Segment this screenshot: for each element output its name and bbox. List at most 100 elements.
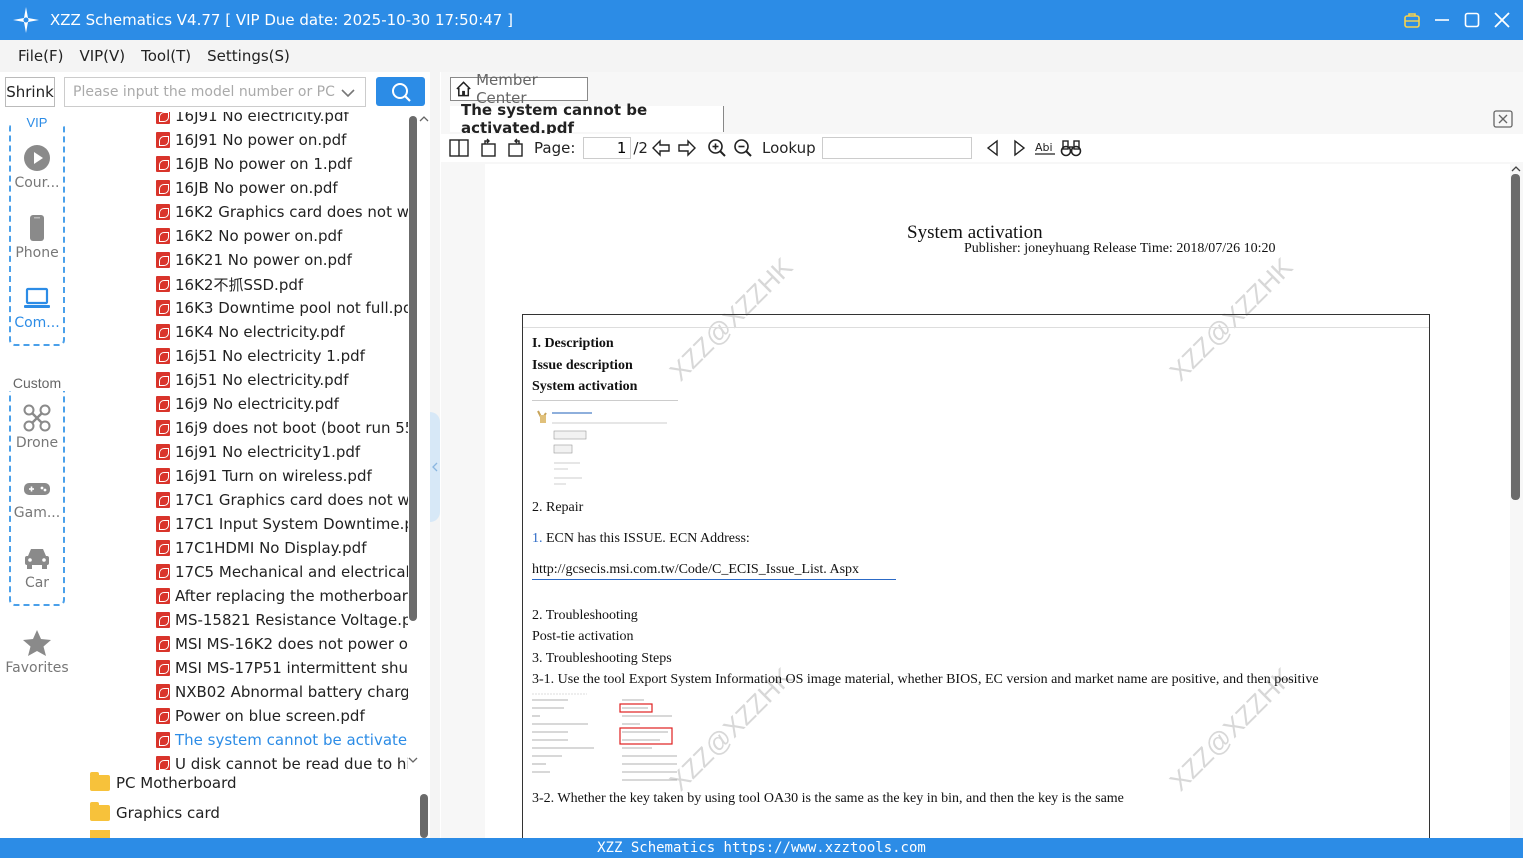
file-name: 16K2 Graphics card does not work. [175, 203, 408, 221]
file-list[interactable]: 16J91 No electricity.pdf 16J91 No power o… [76, 112, 418, 770]
menu-file[interactable]: File(F) [18, 47, 63, 65]
find-next-icon[interactable] [1006, 136, 1032, 160]
category-label: Com... [14, 315, 60, 331]
binoculars-icon[interactable] [1058, 136, 1084, 160]
menu-bar: File(F) VIP(V) Tool(T) Settings(S) [0, 40, 1523, 72]
folder-graphics-card[interactable]: Graphics card [90, 800, 220, 826]
file-row[interactable]: 16K2不抓SSD.pdf [156, 272, 408, 296]
file-row[interactable]: 16JB No power on 1.pdf [156, 152, 408, 176]
file-row[interactable]: MS-15821 Resistance Voltage.pdf [156, 608, 408, 632]
panel-splitter[interactable] [430, 72, 440, 838]
file-row[interactable]: 16j51 No electricity 1.pdf [156, 344, 408, 368]
file-row[interactable]: 16K2 Graphics card does not work. [156, 200, 408, 224]
category-game[interactable]: Gam... [0, 474, 74, 521]
scroll-down-icon[interactable] [408, 756, 418, 764]
file-row[interactable]: MSI MS-17P51 intermittent shutdc [156, 656, 408, 680]
rotate-left-icon[interactable] [476, 136, 502, 160]
file-row[interactable]: 16K4 No electricity.pdf [156, 320, 408, 344]
scrollbar-thumb[interactable] [409, 116, 417, 621]
menu-tool[interactable]: Tool(T) [141, 47, 191, 65]
category-computer[interactable]: Com... [0, 284, 74, 331]
lookup-input[interactable] [821, 137, 972, 159]
minimize-button[interactable] [1431, 9, 1453, 31]
search-input[interactable] [73, 84, 335, 100]
member-center-button[interactable]: Member Center [450, 71, 588, 107]
search-button[interactable] [376, 77, 425, 106]
file-name: MS-15821 Resistance Voltage.pdf [175, 611, 408, 629]
scroll-up-icon[interactable] [419, 115, 429, 123]
zoom-out-icon[interactable] [730, 136, 756, 160]
shrink-button[interactable]: Shrink [5, 77, 55, 107]
chevron-down-icon[interactable] [341, 86, 355, 102]
tab-document[interactable]: The system cannot be activated.pdf [450, 101, 724, 137]
file-row[interactable]: 17C1 Graphics card does not work. [156, 488, 408, 512]
category-car[interactable]: Car [0, 544, 74, 591]
category-drone[interactable]: Drone [0, 404, 74, 451]
file-row[interactable]: 16K21 No power on.pdf [156, 248, 408, 272]
home-icon [456, 81, 471, 97]
file-row[interactable]: 17C1 Input System Downtime.pdf [156, 512, 408, 536]
category-favorites[interactable]: Favorites [0, 629, 74, 676]
folder-partial[interactable] [90, 830, 116, 838]
folder-icon [90, 802, 110, 821]
maximize-button[interactable] [1461, 9, 1483, 31]
car-icon [25, 549, 49, 569]
file-row[interactable]: 17C5 Mechanical and electrical do [156, 560, 408, 584]
file-row[interactable]: NXB02 Abnormal battery charging [156, 680, 408, 704]
file-row[interactable]: 16j9 No electricity.pdf [156, 392, 408, 416]
pdf-file-icon [156, 112, 170, 124]
splitter-handle[interactable] [430, 412, 440, 522]
file-list-scrollbar[interactable] [408, 112, 418, 770]
file-name: After replacing the motherboard, t [175, 587, 408, 605]
match-case-icon[interactable]: Abi [1032, 136, 1058, 160]
file-row[interactable]: 16J91 No electricity.pdf [156, 112, 408, 128]
vip-bag-icon[interactable] [1401, 9, 1423, 31]
menu-vip[interactable]: VIP(V) [79, 47, 125, 65]
find-previous-icon[interactable] [980, 136, 1006, 160]
tree-scrollbar-thumb[interactable] [420, 794, 428, 838]
folder-icon [90, 830, 110, 838]
file-row[interactable]: 16j91 Turn on wireless.pdf [156, 464, 408, 488]
pdf-file-icon [156, 756, 170, 770]
file-row[interactable]: After replacing the motherboard, t [156, 584, 408, 608]
category-label: Favorites [5, 660, 69, 676]
file-name: 16K2不抓SSD.pdf [175, 275, 304, 294]
sidebar-toggle-icon[interactable] [446, 136, 472, 160]
close-tab-icon[interactable] [1493, 110, 1513, 128]
next-page-icon[interactable] [674, 136, 700, 160]
scrollbar-thumb[interactable] [1511, 174, 1520, 500]
file-row[interactable]: 16J91 No power on.pdf [156, 128, 408, 152]
file-row[interactable]: The system cannot be activated.pd [156, 728, 408, 752]
file-row[interactable]: U disk cannot be read due to high [156, 752, 408, 770]
pdf-file-icon [156, 444, 170, 460]
document-page[interactable]: System activation Publisher: joneyhuang … [485, 164, 1510, 838]
category-phone[interactable]: Phone [0, 214, 74, 261]
file-row[interactable]: MSI MS-16K2 does not power on a [156, 632, 408, 656]
step-3-2-text: 3-2. Whether the key taken by using tool… [532, 791, 1124, 806]
menu-settings[interactable]: Settings(S) [207, 47, 290, 65]
file-row[interactable]: 16j91 No electricity1.pdf [156, 440, 408, 464]
zoom-in-icon[interactable] [704, 136, 730, 160]
pdf-file-icon [156, 492, 170, 508]
file-row[interactable]: 16K3 Downtime pool not full.pdf [156, 296, 408, 320]
document-scrollbar[interactable] [1509, 164, 1523, 838]
file-row[interactable]: 16j9 does not boot (boot run 55, K [156, 416, 408, 440]
pdf-file-icon [156, 660, 170, 676]
file-row[interactable]: Power on blue screen.pdf [156, 704, 408, 728]
pdf-file-icon [156, 252, 170, 268]
rotate-right-icon[interactable] [502, 136, 528, 160]
star-icon [23, 630, 51, 656]
file-row[interactable]: 16JB No power on.pdf [156, 176, 408, 200]
file-row[interactable]: 16K2 No power on.pdf [156, 224, 408, 248]
previous-page-icon[interactable] [648, 136, 674, 160]
chevron-left-icon [432, 462, 438, 472]
app-logo-icon [11, 5, 41, 35]
file-row[interactable]: 17C1HDMI No Display.pdf [156, 536, 408, 560]
ecn-url-link[interactable]: http://gcsecis.msi.com.tw/Code/C_ECIS_Is… [532, 562, 896, 580]
category-courses[interactable]: Cour... [0, 144, 74, 191]
file-row[interactable]: 16j51 No electricity.pdf [156, 368, 408, 392]
close-button[interactable] [1491, 9, 1513, 31]
scroll-up-icon[interactable] [1510, 165, 1522, 173]
page-number-input[interactable] [583, 137, 632, 159]
folder-pc-motherboard[interactable]: PC Motherboard [90, 770, 237, 796]
